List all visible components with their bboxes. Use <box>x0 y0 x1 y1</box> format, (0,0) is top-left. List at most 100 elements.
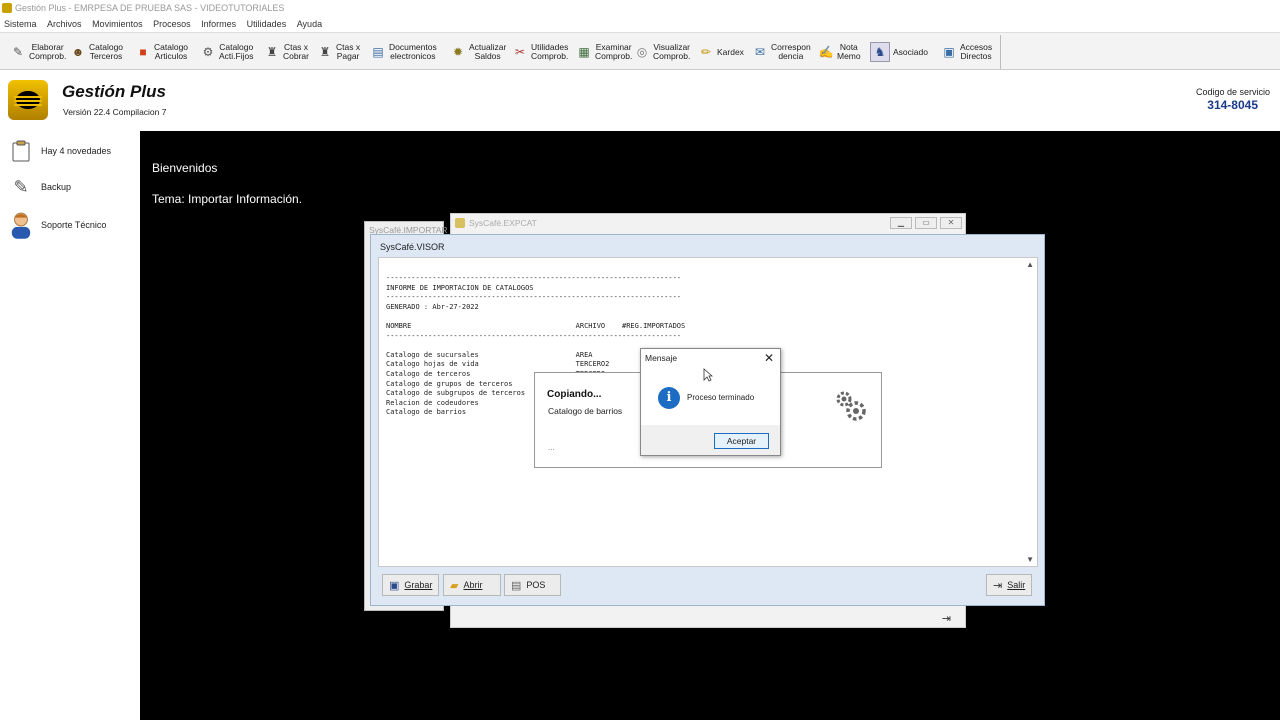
toolbar-label: Comprob. <box>531 51 569 61</box>
toolbar-actualizar-saldos-button[interactable]: ✹ Actualizar Saldos <box>450 39 506 65</box>
toolbar-utilidades-comprob-button[interactable]: ✂ Utilidades Comprob. <box>512 39 568 65</box>
menu-sistema[interactable]: Sistema <box>4 19 37 29</box>
toolbar-label: Directos <box>960 51 992 61</box>
maximize-button[interactable]: ▭ <box>915 217 937 229</box>
info-icon: i <box>658 387 680 409</box>
associate-icon: ♞ <box>870 42 890 62</box>
scroll-up-arrow-icon[interactable]: ▲ <box>1026 260 1034 269</box>
service-code-number: 314-8045 <box>1207 98 1258 112</box>
toolbar-ctas-cobrar-button[interactable]: ♜ Ctas x Cobrar <box>264 39 309 65</box>
toolbar: ✎ Elaborar Comprob. ☻ Catalogo Terceros ■ Cat… <box>0 32 1280 70</box>
mouse-cursor-icon <box>703 368 714 385</box>
pencil-doc-icon: ✎ <box>12 45 24 59</box>
app-name: Gestión Plus <box>62 82 166 101</box>
menu-procesos[interactable]: Procesos <box>153 19 191 29</box>
menu-movimientos[interactable]: Movimientos <box>92 19 143 29</box>
message-dialog-footer: Aceptar <box>641 425 780 455</box>
service-code-label: Codigo de servicio <box>1195 87 1270 97</box>
wrench-icon: ⚙ <box>202 45 214 59</box>
sidebar-item-label: Hay 4 novedades <box>41 146 112 156</box>
toolbar-documentos-electronicos-button[interactable]: ▤ Documentos electronicos <box>370 39 436 65</box>
app-header: Gestión Plus Versión 22.4 Compilacion 7 … <box>0 70 1280 131</box>
toolbar-correspondencia-button[interactable]: ✉ Correspon dencia <box>752 39 811 65</box>
menu-ayuda[interactable]: Ayuda <box>297 19 322 29</box>
toolbar-label: Saldos <box>474 51 501 61</box>
mail-icon: ✉ <box>754 45 766 59</box>
copy-progress-item: Catalogo de barrios <box>548 406 623 416</box>
toolbar-catalogo-terceros-button[interactable]: ☻ Catalogo Terceros <box>70 39 123 65</box>
visor-window-title: SysCafé.VISOR <box>380 242 445 252</box>
toolbar-label: Terceros <box>89 51 123 61</box>
abrir-button[interactable]: ▰ Abrir <box>443 574 501 596</box>
app-logo <box>8 80 48 120</box>
stamp-icon: ♜ <box>266 45 278 59</box>
toolbar-label: Memo <box>837 51 861 61</box>
edit-icon: ✎ <box>13 176 29 197</box>
toolbar-kardex-button[interactable]: ✏ Kardex <box>698 39 744 65</box>
magnifier-icon: ◎ <box>636 45 648 59</box>
sidebar-item-label: Backup <box>41 182 72 192</box>
toolbar-label: Cobrar <box>283 51 309 61</box>
sidebar-item-backup[interactable]: ✎ Backup <box>10 175 71 199</box>
toolbar-visualizar-comprob-button[interactable]: ◎ Visualizar Comprob. <box>634 39 691 65</box>
toolbar-label: Asociado <box>893 46 928 57</box>
message-dialog[interactable]: Mensaje ✕ i Proceso terminado Aceptar <box>640 348 781 456</box>
printer-icon: ▤ <box>511 579 522 592</box>
toolbar-catalogo-actifijos-button[interactable]: ⚙ Catalogo Acti.Fijos <box>200 39 254 65</box>
topic-text: Tema: Importar Información. <box>152 192 303 206</box>
message-text: Proceso terminado <box>687 393 755 402</box>
grabar-button[interactable]: ▣ Grabar <box>382 574 440 596</box>
close-button[interactable]: ✕ <box>940 217 962 229</box>
clipboard-icon <box>10 139 32 163</box>
abrir-label: Abrir <box>463 580 483 590</box>
sidebar-item-novedades[interactable]: Hay 4 novedades <box>10 139 111 163</box>
scroll-down-arrow-icon[interactable]: ▼ <box>1026 555 1034 564</box>
toolbar-label: Articulos <box>154 51 188 61</box>
salir-button[interactable]: ⇥ Salir <box>986 574 1033 596</box>
toolbar-ctas-pagar-button[interactable]: ♜ Ctas x Pagar <box>317 39 360 65</box>
toolbar-separator <box>1000 35 1001 69</box>
app-icon <box>2 3 12 13</box>
aceptar-button[interactable]: Aceptar <box>714 433 769 449</box>
save-icon: ▣ <box>389 579 400 592</box>
toolbar-label: Acti.Fijos <box>219 51 254 61</box>
toolbar-examinar-comprob-button[interactable]: ▦ Examinar Comprob. <box>576 39 632 65</box>
pos-button[interactable]: ▤ POS <box>504 574 561 596</box>
toolbar-accesos-directos-button[interactable]: ▣ Accesos Directos <box>941 39 992 65</box>
close-icon[interactable]: ✕ <box>764 351 774 365</box>
menu-utilidades[interactable]: Utilidades <box>247 19 287 29</box>
menu-archivos[interactable]: Archivos <box>47 19 82 29</box>
welcome-text: Bienvenidos <box>152 161 218 175</box>
toolbar-label: Pagar <box>336 51 360 61</box>
message-dialog-title: Mensaje <box>645 353 678 363</box>
sidebar-item-label: Soporte Técnico <box>41 220 107 230</box>
stamp-icon: ♜ <box>319 45 331 59</box>
copy-progress-title: Copiando... <box>547 389 602 400</box>
sidebar: Hay 4 novedades ✎ Backup Soporte Técnico <box>0 131 140 720</box>
toolbar-elaborar-comprob-button[interactable]: ✎ Elaborar Comprob. <box>10 39 66 65</box>
salir-label: Salir <box>1007 580 1026 590</box>
toolbar-asociado-button[interactable]: ♞ Asociado <box>870 39 928 65</box>
pos-label: POS <box>526 580 546 590</box>
expcat-window-title: SysCafé.EXPCAT <box>469 218 537 228</box>
folder-open-icon: ▰ <box>450 579 459 592</box>
window-title: Gestión Plus - EMRPESA DE PRUEBA SAS - V… <box>15 3 285 13</box>
box-icon: ■ <box>139 45 147 59</box>
window-icon <box>455 218 465 228</box>
toolbar-label: Comprob. <box>29 51 67 61</box>
window-title-bar: Gestión Plus - EMRPESA DE PRUEBA SAS - V… <box>0 0 1280 16</box>
documents-icon: ▤ <box>372 45 384 59</box>
menu-informes[interactable]: Informes <box>201 19 236 29</box>
exit-icon[interactable]: ⇥ <box>942 612 951 625</box>
toolbar-catalogo-articulos-button[interactable]: ■ Catalogo Articulos <box>135 39 188 65</box>
sidebar-item-soporte[interactable]: Soporte Técnico <box>10 212 107 239</box>
toolbar-nota-memo-button[interactable]: ✍ Nota Memo <box>818 39 861 65</box>
toolbar-label: Comprob. <box>595 51 633 61</box>
tools-icon: ✂ <box>514 45 526 59</box>
minimize-button[interactable]: ▁ <box>890 217 912 229</box>
folder-icon: ▣ <box>943 45 955 59</box>
person-icon: ☻ <box>71 45 85 59</box>
toolbar-label: dencia <box>778 51 804 61</box>
gear-icon: ✹ <box>452 45 464 59</box>
toolbar-label: electronicos <box>390 51 436 61</box>
